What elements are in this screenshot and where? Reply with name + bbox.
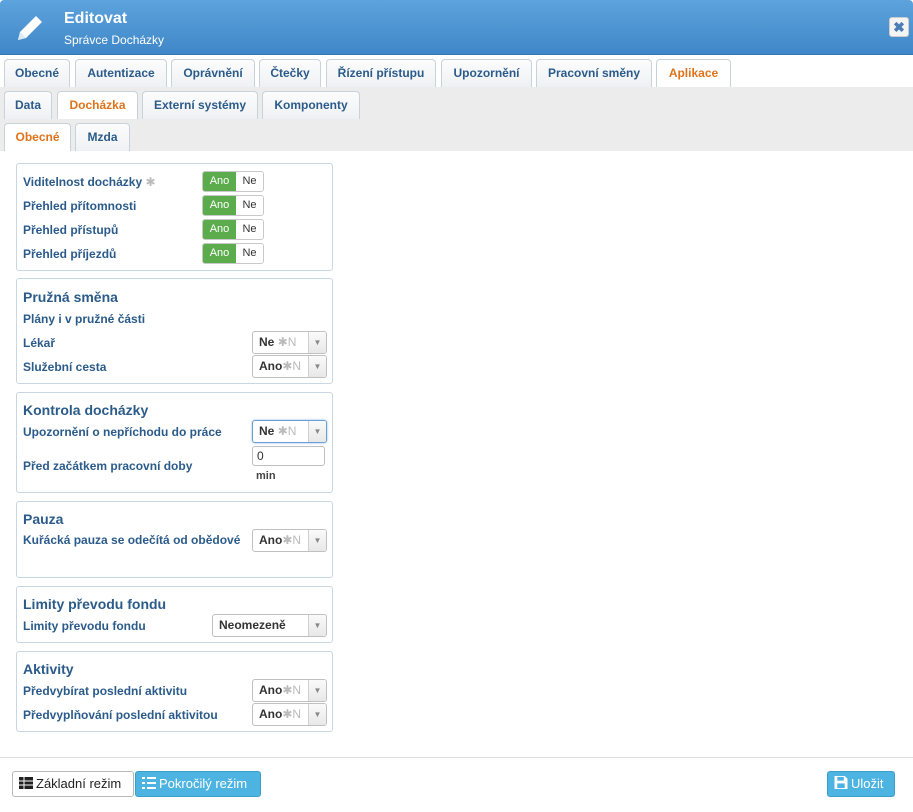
fund-limits-select[interactable]: Neomezeně ▼	[212, 614, 327, 637]
fund-limits-heading: Limity převodu fondu	[23, 596, 167, 612]
chevron-down-icon[interactable]: ▼	[308, 332, 326, 353]
presence-overview-label: Přehled přítomnosti	[23, 199, 137, 213]
tab-pracovni-smeny[interactable]: Pracovní směny	[536, 59, 652, 87]
primary-tabs: Obecné Autentizace Oprávnění Čtečky Říze…	[0, 55, 913, 88]
advanced-mode-button[interactable]: Pokročilý režim	[135, 771, 261, 797]
attendance-check-panel: Kontrola docházky Upozornění o nepříchod…	[16, 392, 333, 493]
chevron-down-icon[interactable]: ▼	[308, 421, 326, 442]
tab-autentizace[interactable]: Autentizace	[75, 59, 167, 87]
before-shift-label: Před začátkem pracovní doby	[23, 459, 193, 473]
absence-notice-select[interactable]: Ne ✱N ▼	[252, 420, 327, 443]
prefill-activity-label: Předvyplňování poslední aktivitou	[23, 708, 218, 722]
close-button[interactable]: ✖	[889, 17, 909, 37]
dialog-titlebar: Editovat Správce Docházky ✖	[0, 0, 913, 55]
asterisk-icon: ✱	[145, 175, 156, 189]
chevron-down-icon[interactable]: ▼	[308, 530, 326, 551]
fund-limits-panel: Limity převodu fondu Limity převodu fond…	[16, 586, 333, 643]
dialog-title: Editovat	[64, 10, 128, 27]
doctor-select[interactable]: Ne ✱N ▼	[252, 331, 327, 354]
flex-shift-subtitle: Plány i v pružné části	[23, 312, 146, 326]
before-shift-input[interactable]: 0	[252, 446, 325, 466]
arrival-overview-toggle[interactable]: Ano Ne	[202, 243, 264, 264]
tab-ctecky[interactable]: Čtečky	[259, 59, 321, 87]
attendance-check-heading: Kontrola docházky	[23, 402, 149, 418]
tab-externi-systemy[interactable]: Externí systémy	[142, 91, 258, 119]
list-icon	[142, 777, 156, 789]
chevron-down-icon[interactable]: ▼	[308, 356, 326, 377]
secondary-tabs: Data Docházka Externí systémy Komponenty	[0, 87, 913, 120]
business-trip-label: Služební cesta	[23, 360, 107, 374]
save-button[interactable]: Uložit	[827, 771, 895, 797]
flex-shift-heading: Pružná směna	[23, 289, 118, 305]
chevron-down-icon[interactable]: ▼	[308, 680, 326, 701]
doctor-label: Lékař	[23, 336, 56, 350]
tab-obecne-sub[interactable]: Obecné	[4, 123, 71, 152]
visibility-panel: Viditelnost docházky ✱ Ano Ne Přehled pří…	[16, 163, 333, 271]
basic-mode-button[interactable]: Základní režim	[12, 771, 134, 797]
chevron-down-icon[interactable]: ▼	[308, 704, 326, 725]
tab-obecne[interactable]: Obecné	[4, 59, 70, 87]
smoking-pause-label: Kuřácká pauza se odečítá od obědové	[23, 533, 241, 547]
activities-panel: Aktivity Předvybírat poslední aktivitu A…	[16, 651, 333, 732]
business-trip-select[interactable]: Ano✱N ▼	[252, 355, 327, 378]
tertiary-tabs: Obecné Mzda	[0, 119, 913, 152]
activities-heading: Aktivity	[23, 661, 74, 677]
preselect-activity-select[interactable]: Ano✱N ▼	[252, 679, 327, 702]
dialog-subtitle: Správce Docházky	[64, 33, 165, 47]
flex-shift-panel: Pružná směna Plány i v pružné části Léka…	[16, 278, 333, 384]
preselect-activity-label: Předvybírat poslední aktivitu	[23, 684, 188, 698]
minutes-unit: min	[256, 470, 276, 482]
tab-komponenty[interactable]: Komponenty	[262, 91, 360, 119]
fund-limits-label: Limity převodu fondu	[23, 619, 146, 633]
pause-heading: Pauza	[23, 511, 64, 527]
pencil-icon	[18, 16, 42, 40]
tab-rizeni-pristupu[interactable]: Řízení přístupu	[326, 59, 436, 87]
prefill-activity-select[interactable]: Ano✱N ▼	[252, 703, 327, 726]
arrival-overview-label: Přehled příjezdů	[23, 247, 117, 261]
tab-data[interactable]: Data	[4, 91, 52, 119]
tab-opravneni[interactable]: Oprávnění	[171, 59, 255, 87]
presence-overview-toggle[interactable]: Ano Ne	[202, 195, 264, 216]
tab-aplikace[interactable]: Aplikace	[656, 59, 731, 88]
table-icon	[19, 777, 33, 789]
tab-upozorneni[interactable]: Upozornění	[441, 59, 532, 87]
access-overview-toggle[interactable]: Ano Ne	[202, 219, 264, 240]
tab-mzda[interactable]: Mzda	[75, 123, 130, 151]
floppy-disk-icon	[834, 776, 848, 789]
dialog-footer: Základní režim Pokročilý režim Uložit	[0, 757, 913, 812]
visibility-label: Viditelnost docházky ✱	[23, 175, 156, 189]
access-overview-label: Přehled přístupů	[23, 223, 119, 237]
pause-panel: Pauza Kuřácká pauza se odečítá od obědov…	[16, 501, 333, 578]
visibility-toggle[interactable]: Ano Ne	[202, 171, 264, 192]
chevron-down-icon[interactable]: ▼	[308, 615, 326, 636]
smoking-pause-select[interactable]: Ano✱N ▼	[252, 529, 327, 552]
tab-dochazka[interactable]: Docházka	[57, 91, 138, 120]
absence-notice-label: Upozornění o nepříchodu do práce	[23, 425, 222, 439]
